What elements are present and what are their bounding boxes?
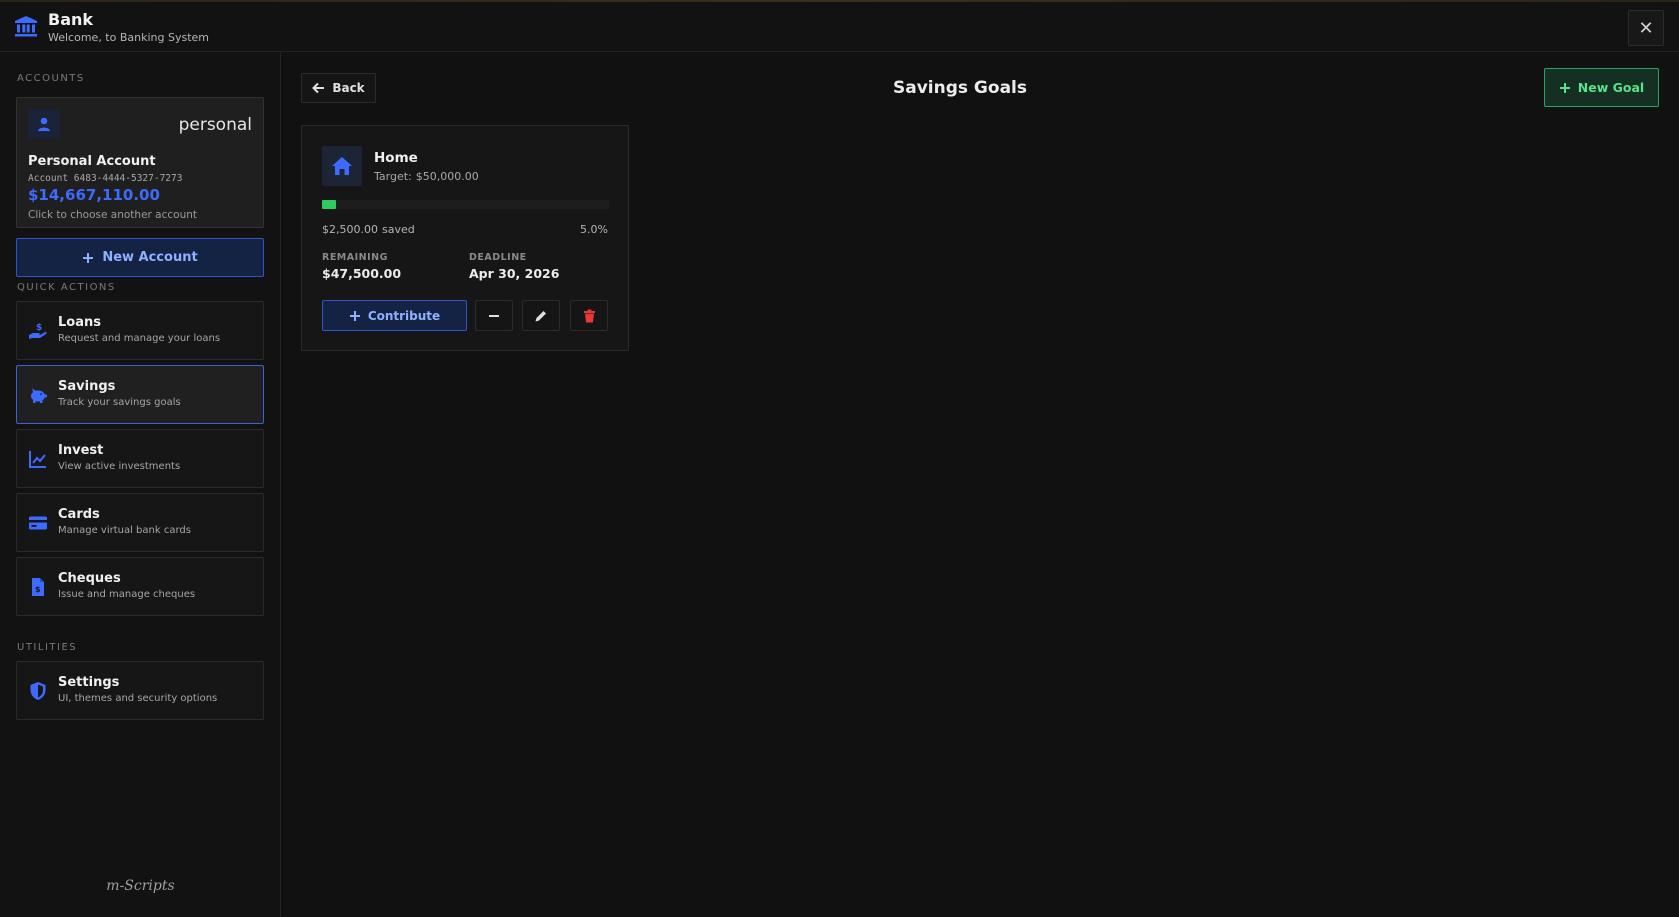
home-icon (322, 146, 362, 186)
goal-saved-amount: $2,500.00 (322, 223, 378, 236)
plus-icon (1559, 82, 1570, 93)
savings-title: Savings (58, 379, 116, 394)
account-number: 6483-4444-5327-7273 (73, 173, 183, 184)
sidebar: ACCOUNTS personal Personal Account Accou… (0, 52, 281, 917)
sidebar-item-invest[interactable]: Invest View active investments (16, 429, 264, 488)
quick-actions-section-label: QUICK ACTIONS (17, 282, 116, 293)
account-type: personal (178, 115, 252, 135)
cards-title: Cards (58, 507, 100, 522)
sidebar-item-cheques[interactable]: $ Cheques Issue and manage cheques (16, 557, 264, 616)
account-number-row: Account 6483-4444-5327-7273 (28, 173, 182, 184)
invest-title: Invest (58, 443, 104, 458)
pencil-icon (535, 310, 546, 321)
goal-percent: 5.0% (580, 223, 608, 236)
goal-progress-bar (322, 200, 609, 209)
goal-saved: $2,500.00 saved (322, 223, 415, 236)
goal-progress-fill (322, 200, 337, 209)
withdraw-button[interactable] (475, 300, 513, 331)
trash-icon (583, 309, 595, 322)
account-number-label: Account (28, 173, 69, 184)
plus-icon (349, 310, 360, 321)
user-icon (28, 109, 60, 139)
delete-goal-button[interactable] (570, 300, 608, 331)
back-label: Back (332, 81, 365, 95)
new-goal-button[interactable]: New Goal (1544, 68, 1659, 107)
edit-goal-button[interactable] (522, 300, 560, 331)
sidebar-item-cards[interactable]: Cards Manage virtual bank cards (16, 493, 264, 552)
account-selector-card[interactable]: personal Personal Account Account 6483-4… (16, 97, 264, 228)
hand-coin-icon: $ (29, 323, 47, 339)
sidebar-item-savings[interactable]: Savings Track your savings goals (16, 365, 264, 424)
app-header: Bank Welcome, to Banking System ✕ (0, 2, 1679, 52)
utilities-section-label: UTILITIES (17, 642, 78, 653)
minus-icon (489, 314, 499, 317)
cheques-title: Cheques (58, 571, 121, 586)
bank-app: Bank Welcome, to Banking System ✕ ACCOUN… (0, 0, 1679, 917)
goal-target-label: Target: (374, 170, 412, 183)
goal-card: Home Target: $50,000.00 $2,500.00 saved 5.… (301, 125, 629, 351)
new-account-label: New Account (102, 250, 198, 265)
contribute-label: Contribute (367, 308, 441, 323)
account-balance: $14,667,110.00 (28, 186, 160, 204)
cards-desc: Manage virtual bank cards (58, 525, 191, 536)
piggy-bank-icon (31, 388, 47, 403)
app-title: Bank (48, 10, 94, 29)
goal-name: Home (374, 150, 418, 166)
sidebar-item-settings[interactable]: Settings UI, themes and security options (16, 661, 264, 720)
plus-icon (83, 252, 94, 263)
goal-target-value: $50,000.00 (415, 170, 479, 183)
new-goal-label: New Goal (1577, 80, 1645, 95)
goal-saved-suffix: saved (381, 223, 415, 236)
cheque-icon: $ (32, 578, 44, 596)
account-hint: Click to choose another account (28, 209, 198, 221)
deadline-label: DEADLINE (469, 252, 527, 263)
settings-desc: UI, themes and security options (58, 693, 218, 704)
brand-signature: m-Scripts (106, 878, 175, 894)
loans-title: Loans (58, 315, 101, 330)
close-icon: ✕ (1638, 17, 1654, 39)
sidebar-item-loans[interactable]: $ Loans Request and manage your loans (16, 301, 264, 360)
settings-title: Settings (58, 675, 120, 690)
credit-card-icon (29, 516, 47, 530)
close-button[interactable]: ✕ (1628, 10, 1664, 46)
svg-text:$: $ (36, 323, 42, 333)
back-button[interactable]: Back (301, 73, 376, 103)
chart-line-icon (29, 451, 46, 468)
page-title: Savings Goals (893, 78, 1027, 98)
contribute-button[interactable]: Contribute (322, 300, 467, 331)
arrow-left-icon (312, 82, 325, 94)
svg-text:$: $ (35, 585, 41, 594)
remaining-label: REMAINING (322, 252, 388, 263)
accounts-section-label: ACCOUNTS (17, 73, 85, 84)
goal-target: Target: $50,000.00 (374, 170, 479, 183)
cheques-desc: Issue and manage cheques (58, 589, 196, 600)
savings-desc: Track your savings goals (58, 397, 181, 408)
deadline-value: Apr 30, 2026 (469, 266, 560, 281)
bank-icon (15, 16, 37, 37)
new-account-button[interactable]: New Account (16, 238, 264, 277)
loans-desc: Request and manage your loans (58, 333, 221, 344)
remaining-value: $47,500.00 (322, 266, 402, 281)
app-subtitle: Welcome, to Banking System (48, 31, 210, 44)
shield-icon (30, 682, 46, 700)
account-name: Personal Account (28, 154, 156, 169)
invest-desc: View active investments (58, 461, 181, 472)
